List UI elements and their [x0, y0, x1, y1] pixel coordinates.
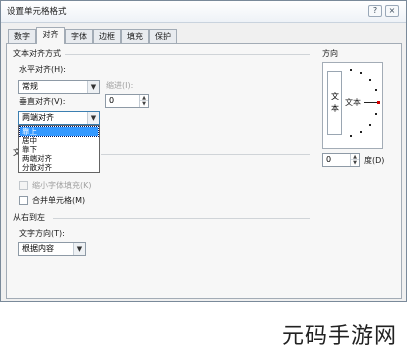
orientation-dot[interactable] [360, 72, 362, 74]
orientation-dot[interactable] [369, 124, 371, 126]
title-bar: 设置单元格格式 ? × [1, 1, 406, 23]
tab-alignment[interactable]: 对齐 [36, 27, 65, 44]
tab-fill[interactable]: 填充 [121, 29, 149, 43]
text-direction-value: 根据内容 [22, 244, 54, 253]
section-divider [101, 154, 310, 155]
orientation-dot[interactable] [360, 131, 362, 133]
orientation-dot[interactable] [350, 69, 352, 71]
indent-value: 0 [109, 96, 115, 105]
vertical-text-toggle[interactable]: 文 本 [327, 71, 342, 135]
orientation-dot[interactable] [350, 135, 352, 137]
vertical-align-dropdown-list: 靠上 居中 靠下 两端对齐 分散对齐 [18, 125, 100, 173]
orientation-box[interactable]: 文 本 文本 [322, 62, 383, 149]
vertical-text-char: 文 [331, 92, 339, 101]
horizontal-align-label: 水平对齐(H): [19, 65, 66, 74]
spin-down-icon[interactable]: ▼ [140, 101, 148, 107]
horizontal-align-value: 常规 [22, 82, 38, 91]
orientation-dot-selected[interactable] [377, 101, 380, 104]
tab-font[interactable]: 字体 [65, 29, 93, 43]
spin-down-icon[interactable]: ▼ [351, 160, 359, 166]
vertical-align-value: 两端对齐 [22, 113, 54, 122]
degrees-label: 度(D) [364, 156, 385, 165]
close-button[interactable]: × [385, 5, 399, 17]
section-divider [65, 54, 310, 55]
chevron-down-icon[interactable]: ▼ [87, 81, 99, 93]
help-button[interactable]: ? [368, 5, 382, 17]
shrink-to-fit-checkbox[interactable] [19, 181, 28, 190]
orientation-dot[interactable] [375, 89, 377, 91]
orientation-text: 文本 [345, 98, 361, 107]
tab-border[interactable]: 边框 [93, 29, 121, 43]
text-alignment-section-title: 文本对齐方式 [13, 49, 61, 58]
list-item[interactable]: 两端对齐 [20, 154, 98, 163]
list-item[interactable]: 分散对齐 [20, 163, 98, 172]
orientation-needle [364, 102, 377, 103]
chevron-down-icon[interactable]: ▼ [73, 243, 85, 255]
text-direction-select[interactable]: 根据内容 ▼ [18, 242, 86, 256]
vertical-align-label: 垂直对齐(V): [19, 97, 66, 106]
section-divider [53, 218, 310, 219]
orientation-dot[interactable] [369, 79, 371, 81]
degrees-spinner[interactable]: 0 ▲ ▼ [322, 153, 360, 167]
rtl-section-title: 从右到左 [13, 213, 45, 222]
format-cells-dialog: 设置单元格格式 ? × 数字 对齐 字体 边框 填充 保护 文本对齐方式 水平对… [0, 0, 407, 302]
vertical-text-char: 本 [331, 104, 339, 113]
indent-spinner[interactable]: 0 ▲ ▼ [105, 94, 149, 108]
merge-cells-label: 合并单元格(M) [32, 196, 86, 205]
vertical-align-select[interactable]: 两端对齐 ▼ [18, 111, 100, 125]
list-item[interactable]: 靠上 [19, 126, 99, 137]
shrink-to-fit-label: 缩小字体填充(K) [32, 181, 92, 190]
list-item[interactable]: 靠下 [20, 145, 98, 154]
indent-spin-buttons: ▲ ▼ [139, 95, 148, 107]
horizontal-align-select[interactable]: 常规 ▼ [18, 80, 100, 94]
chevron-down-icon[interactable]: ▼ [87, 112, 99, 124]
tab-number[interactable]: 数字 [8, 29, 36, 43]
degrees-spin-buttons: ▲ ▼ [350, 154, 359, 166]
dialog-title: 设置单元格格式 [7, 7, 67, 17]
text-direction-label: 文字方向(T): [19, 229, 65, 238]
merge-cells-checkbox[interactable] [19, 196, 28, 205]
tab-protection[interactable]: 保护 [149, 29, 177, 43]
orientation-section-title: 方向 [322, 49, 338, 58]
watermark-text: 元码手游网 [281, 324, 397, 349]
list-item[interactable]: 居中 [20, 136, 98, 145]
degrees-value: 0 [326, 155, 332, 164]
orientation-dot[interactable] [375, 113, 377, 115]
indent-label: 缩进(I): [106, 81, 134, 90]
